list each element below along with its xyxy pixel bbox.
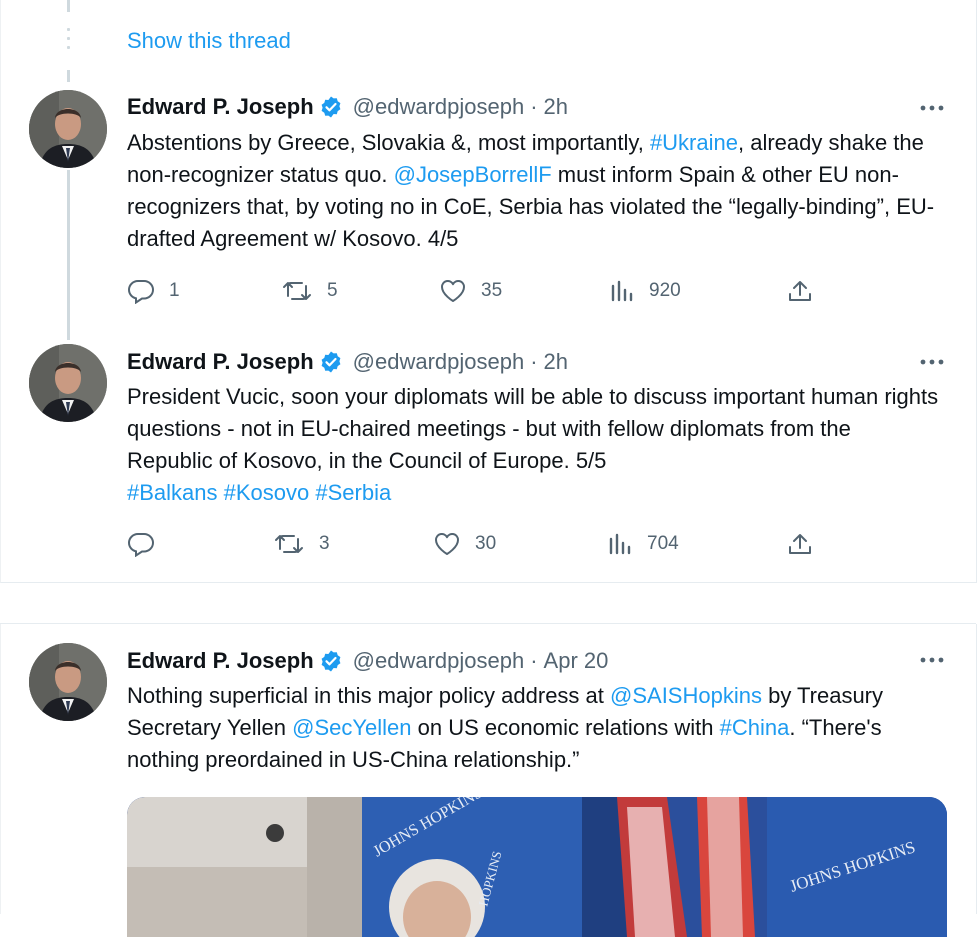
tweet-text: Nothing superficial in this major policy… xyxy=(127,680,942,776)
views-count: 920 xyxy=(649,280,681,301)
text-segment: President Vucic, soon your diplomats wil… xyxy=(127,384,939,473)
text-segment: Abstentions by Greece, Slovakia &, most … xyxy=(127,130,650,155)
tweet-media-photo[interactable]: JOHNS HOPKINS JOHNS HOPKINS HOPKINS xyxy=(127,797,947,937)
more-icon[interactable] xyxy=(917,650,947,670)
author-handle[interactable]: @edwardpjoseph xyxy=(353,349,525,375)
hashtag-link[interactable]: #Balkans xyxy=(127,480,218,505)
reply-icon xyxy=(127,278,155,304)
text-segment: on US economic relations with xyxy=(411,715,720,740)
avatar[interactable] xyxy=(29,90,107,168)
mention-link[interactable]: @SecYellen xyxy=(292,715,411,740)
tweet-time[interactable]: 2h xyxy=(544,349,568,375)
avatar-photo xyxy=(29,90,107,168)
reply-button[interactable] xyxy=(127,531,169,557)
more-icon[interactable] xyxy=(917,98,947,118)
reply-count: 1 xyxy=(169,280,180,301)
views-button[interactable]: 920 xyxy=(609,278,681,304)
author-handle[interactable]: @edwardpjoseph xyxy=(353,94,525,120)
separator: · xyxy=(530,94,538,119)
share-button[interactable] xyxy=(787,531,813,557)
verified-icon xyxy=(319,95,343,119)
mention-link[interactable]: @JosepBorrellF xyxy=(394,162,552,187)
thread-line-mid xyxy=(67,70,70,82)
thread-dots xyxy=(67,28,70,55)
retweet-icon xyxy=(281,278,313,304)
hashtag-link[interactable]: #Serbia xyxy=(315,480,391,505)
verified-icon xyxy=(319,350,343,374)
tweet-header: Edward P. Joseph @edwardpjoseph · 2h xyxy=(127,349,568,375)
tweet-text: Abstentions by Greece, Slovakia &, most … xyxy=(127,127,942,255)
retweet-count: 3 xyxy=(319,533,330,554)
retweet-button[interactable]: 3 xyxy=(273,531,330,557)
like-button[interactable]: 30 xyxy=(433,531,496,557)
show-thread-link[interactable]: Show this thread xyxy=(127,28,291,54)
like-count: 35 xyxy=(481,280,503,301)
avatar-photo xyxy=(29,643,107,721)
tweet-header: Edward P. Joseph @edwardpjoseph · 2h xyxy=(127,94,568,120)
thread-line xyxy=(67,170,70,340)
like-icon xyxy=(439,278,467,304)
share-icon xyxy=(787,531,813,557)
event-photo: JOHNS HOPKINS JOHNS HOPKINS HOPKINS xyxy=(127,797,947,937)
retweet-count: 5 xyxy=(327,280,338,301)
retweet-button[interactable]: 5 xyxy=(281,278,338,304)
like-button[interactable]: 35 xyxy=(439,278,502,304)
tweet-text: President Vucic, soon your diplomats wil… xyxy=(127,381,942,509)
like-icon xyxy=(433,531,461,557)
views-count: 704 xyxy=(647,533,679,554)
thread-line-top xyxy=(67,0,70,12)
like-count: 30 xyxy=(475,533,497,554)
share-icon xyxy=(787,278,813,304)
tweet[interactable]: Edward P. Joseph @edwardpjoseph · 2h Pre… xyxy=(1,342,976,582)
retweet-icon xyxy=(273,531,305,557)
hashtag-link[interactable]: #China xyxy=(720,715,790,740)
reply-button[interactable]: 1 xyxy=(127,278,180,304)
author-name[interactable]: Edward P. Joseph xyxy=(127,94,314,120)
separator: · xyxy=(530,349,538,374)
reply-icon xyxy=(127,531,155,557)
tweet-time[interactable]: Apr 20 xyxy=(544,648,609,674)
avatar[interactable] xyxy=(29,643,107,721)
text-segment: Nothing superficial in this major policy… xyxy=(127,683,611,708)
separator: · xyxy=(530,648,538,673)
avatar-photo xyxy=(29,344,107,422)
tweet[interactable]: Edward P. Joseph @edwardpjoseph · 2h Abs… xyxy=(1,86,976,340)
share-button[interactable] xyxy=(787,278,813,304)
tweet-panel: Edward P. Joseph @edwardpjoseph · Apr 20… xyxy=(0,624,977,937)
more-icon[interactable] xyxy=(917,352,947,372)
verified-icon xyxy=(319,649,343,673)
tweet-time[interactable]: 2h xyxy=(544,94,568,120)
thread-panel: Show this thread Edward P. Joseph @edwar… xyxy=(0,0,977,583)
tweet-actions: 3 30 704 xyxy=(127,531,827,561)
feed-separator xyxy=(0,583,976,624)
tweet-actions: 1 5 35 920 xyxy=(127,278,827,308)
views-button[interactable]: 704 xyxy=(607,531,679,557)
avatar[interactable] xyxy=(29,344,107,422)
author-handle[interactable]: @edwardpjoseph xyxy=(353,648,525,674)
tweet-header: Edward P. Joseph @edwardpjoseph · Apr 20 xyxy=(127,648,608,674)
views-icon xyxy=(607,531,633,557)
author-name[interactable]: Edward P. Joseph xyxy=(127,648,314,674)
hashtag-link[interactable]: #Kosovo xyxy=(224,480,310,505)
hashtag-link[interactable]: #Ukraine xyxy=(650,130,738,155)
tweet[interactable]: Edward P. Joseph @edwardpjoseph · Apr 20… xyxy=(1,624,976,937)
views-icon xyxy=(609,278,635,304)
author-name[interactable]: Edward P. Joseph xyxy=(127,349,314,375)
mention-link[interactable]: @SAISHopkins xyxy=(610,683,762,708)
